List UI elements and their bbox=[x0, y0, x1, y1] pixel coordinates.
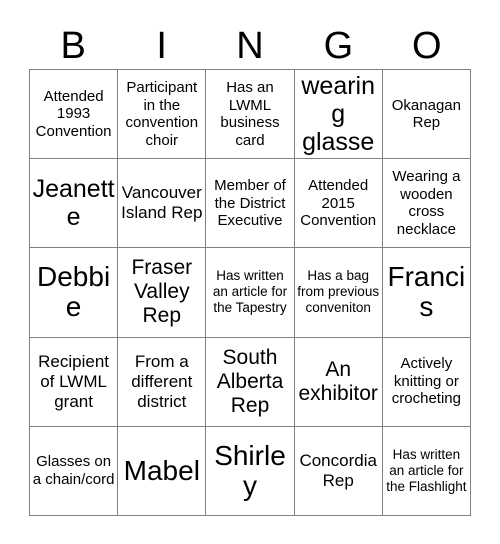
bingo-cell-label: Mabel bbox=[123, 454, 200, 486]
bingo-cell-label: Attended 2015 Convention bbox=[300, 177, 377, 230]
bingo-cell-label: From a different district bbox=[131, 351, 193, 411]
bingo-cell-label: Concordia Rep bbox=[299, 450, 377, 490]
bingo-cell-label: Member of the District Executive bbox=[214, 177, 286, 230]
bingo-cell-label: Francis bbox=[387, 261, 466, 323]
bingo-cell-label: Has a bag from previous conveniton bbox=[297, 268, 380, 316]
bingo-cell[interactable]: Okanagan Rep bbox=[382, 70, 471, 160]
bingo-cell[interactable]: Attended 2015 Convention bbox=[294, 159, 383, 249]
bingo-cell[interactable]: Debbie bbox=[30, 248, 119, 338]
bingo-cell[interactable]: Not wearing glasses bbox=[294, 70, 383, 160]
bingo-cell[interactable]: Shirley bbox=[206, 426, 295, 516]
bingo-cell[interactable]: Attended 1993 Convention bbox=[30, 70, 119, 160]
bingo-cell-label: South Alberta Rep bbox=[216, 345, 284, 417]
bingo-cell-label: Debbie bbox=[37, 261, 111, 323]
bingo-cell[interactable]: Wearing a wooden cross necklace bbox=[382, 159, 471, 249]
bingo-cell-label: Recipient of LWML grant bbox=[38, 351, 110, 411]
bingo-cell[interactable]: Fraser Valley Rep bbox=[118, 248, 207, 338]
bingo-card: B I N G O Attended 1993 Convention Partic… bbox=[0, 0, 500, 544]
bingo-cell-label: An exhibitor bbox=[298, 357, 378, 405]
bingo-cell-label: Attended 1993 Convention bbox=[35, 87, 112, 140]
bingo-cell-label: Has written an article for the Tapestry bbox=[212, 268, 288, 316]
bingo-cell[interactable]: Mabel bbox=[118, 426, 207, 516]
header-letter-g: G bbox=[323, 24, 354, 67]
bingo-cell[interactable]: Jeanette bbox=[30, 159, 119, 249]
bingo-cell-label: Not wearing glasses bbox=[301, 70, 376, 158]
bingo-cell-label: Has written an article for the Flashligh… bbox=[386, 446, 467, 494]
bingo-cell-label: Has an LWML business card bbox=[220, 79, 280, 149]
bingo-cell[interactable]: From a different district bbox=[118, 337, 207, 427]
bingo-cell-label: Glasses on a chain/cord bbox=[32, 453, 115, 488]
bingo-cell[interactable]: South Alberta Rep bbox=[206, 337, 295, 427]
bingo-cell[interactable]: Concordia Rep bbox=[294, 426, 383, 516]
header-letter-b: B bbox=[60, 24, 86, 67]
bingo-cell[interactable]: Recipient of LWML grant bbox=[30, 337, 119, 427]
bingo-header-row: B I N G O bbox=[29, 22, 471, 69]
header-letter-i: I bbox=[156, 24, 167, 67]
header-letter-n: N bbox=[236, 24, 264, 67]
bingo-cell-label: Jeanette bbox=[32, 175, 115, 232]
header-letter-o: O bbox=[412, 24, 442, 67]
bingo-cell-label: Okanagan Rep bbox=[391, 96, 461, 132]
bingo-cell[interactable]: Has written an article for the Tapestry bbox=[206, 248, 295, 338]
bingo-cell[interactable]: Vancouver Island Rep bbox=[118, 159, 207, 249]
bingo-cell[interactable]: Glasses on a chain/cord bbox=[30, 426, 119, 516]
bingo-grid: Attended 1993 Convention Participant in t… bbox=[29, 69, 471, 516]
bingo-cell[interactable]: Has an LWML business card bbox=[206, 70, 295, 160]
bingo-cell-label: Wearing a wooden cross necklace bbox=[392, 168, 461, 238]
bingo-cell[interactable]: Actively knitting or crocheting bbox=[382, 337, 471, 427]
bingo-cell[interactable]: Participant in the convention choir bbox=[118, 70, 207, 160]
bingo-cell[interactable]: Has written an article for the Flashligh… bbox=[382, 426, 471, 516]
bingo-cell-label: Fraser Valley Rep bbox=[131, 256, 193, 328]
bingo-cell[interactable]: Has a bag from previous conveniton bbox=[294, 248, 383, 338]
bingo-cell[interactable]: An exhibitor bbox=[294, 337, 383, 427]
bingo-cell-label: Actively knitting or crocheting bbox=[391, 355, 461, 408]
bingo-cell-label: Participant in the convention choir bbox=[125, 79, 199, 149]
bingo-cell[interactable]: Member of the District Executive bbox=[206, 159, 295, 249]
bingo-cell-label: Shirley bbox=[214, 439, 286, 501]
bingo-cell[interactable]: Francis bbox=[382, 248, 471, 338]
bingo-cell-label: Vancouver Island Rep bbox=[121, 183, 203, 223]
